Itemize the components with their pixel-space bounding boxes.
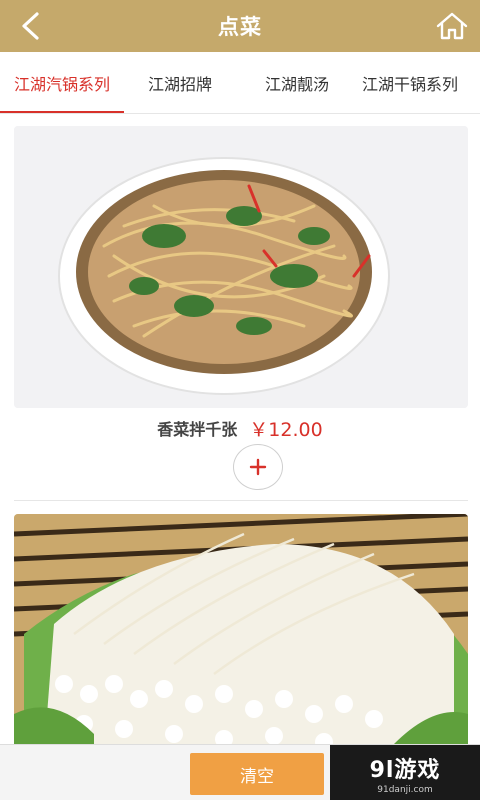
back-arrow-icon xyxy=(22,12,39,40)
category-tabs: 江湖汽锅系列 江湖招牌 江湖靓汤 江湖干锅系列 xyxy=(0,52,480,114)
dish-info: 香菜拌千张 ￥12.00 xyxy=(0,410,480,446)
dish-name: 香菜拌千张 xyxy=(157,420,238,439)
dish-list: 香菜拌千张 ￥12.00 xyxy=(0,114,480,744)
watermark-url: 91danji.com xyxy=(377,784,433,795)
top-bar: 点菜 xyxy=(0,0,480,52)
tab-jianghu-ganguo[interactable]: 江湖干锅系列 xyxy=(358,52,480,113)
tab-jianghu-qiguo[interactable]: 江湖汽锅系列 xyxy=(0,52,124,113)
add-dish-button[interactable] xyxy=(233,444,283,490)
home-button[interactable] xyxy=(434,8,470,44)
bottom-bar: 清空 9l游戏 91danji.com xyxy=(0,744,480,800)
page-title: 点菜 xyxy=(218,15,262,39)
plus-icon xyxy=(249,458,267,476)
watermark-logo: 9l游戏 xyxy=(369,757,441,783)
tab-jianghu-liangtang[interactable]: 江湖靓汤 xyxy=(236,52,358,113)
dish-price: ￥12.00 xyxy=(249,418,323,441)
dish-image[interactable] xyxy=(14,126,468,408)
divider xyxy=(14,500,468,501)
clear-button[interactable]: 清空 xyxy=(190,753,324,795)
site-watermark: 9l游戏 91danji.com xyxy=(330,745,480,800)
home-icon xyxy=(436,12,468,40)
tab-jianghu-zhaopai[interactable]: 江湖招牌 xyxy=(124,52,236,113)
dish-image[interactable] xyxy=(14,514,468,744)
back-button[interactable] xyxy=(12,8,48,44)
